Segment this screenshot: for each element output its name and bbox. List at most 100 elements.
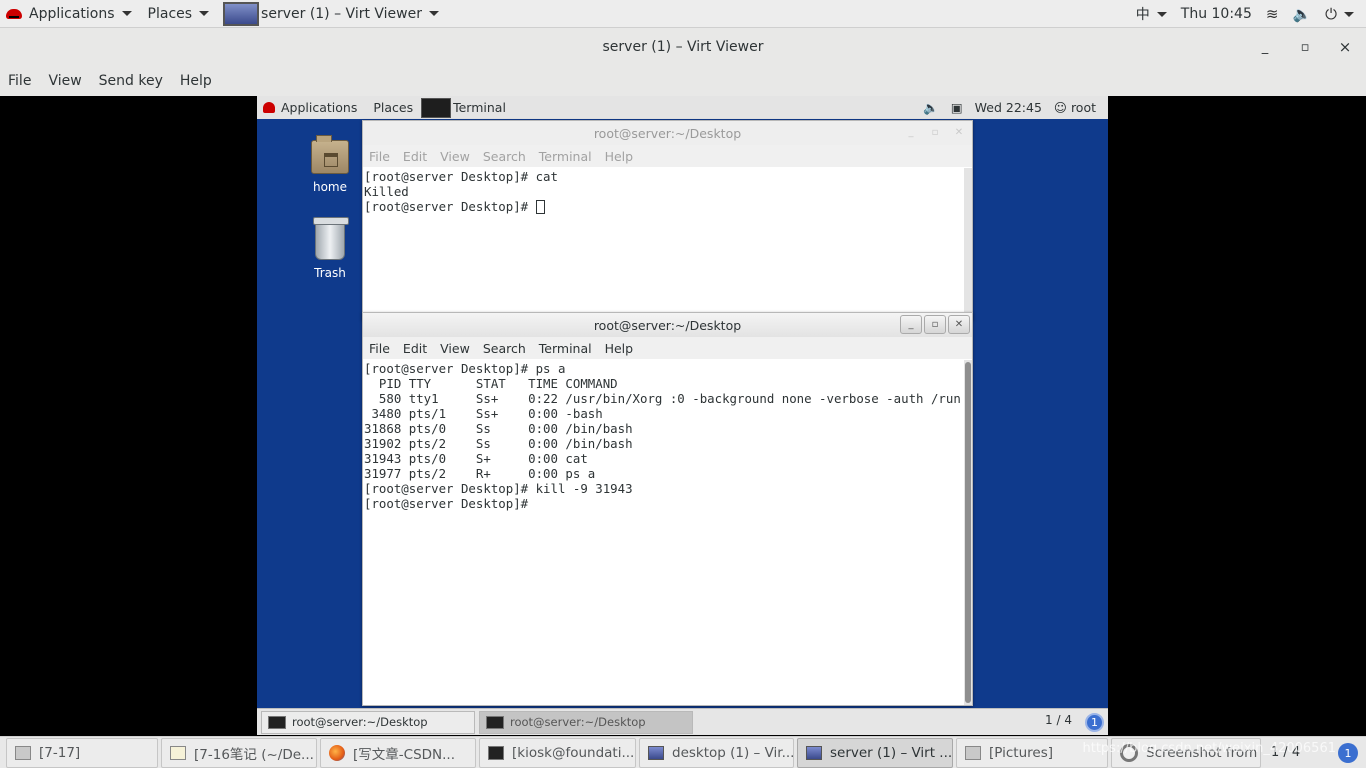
wifi-icon[interactable]: ≋ bbox=[1266, 5, 1279, 23]
guest-app-menu[interactable]: Terminal bbox=[419, 97, 512, 118]
guest-task-terminal-2[interactable]: root@server:~/Desktop bbox=[479, 710, 693, 734]
host-task-pictures[interactable]: [Pictures] bbox=[956, 737, 1108, 768]
scrollbar-thumb[interactable] bbox=[965, 362, 971, 703]
menu-search[interactable]: Search bbox=[483, 149, 526, 164]
menu-view[interactable]: View bbox=[48, 73, 89, 89]
minimize-button[interactable]: _ bbox=[1256, 40, 1274, 55]
clock[interactable]: Thu 10:45 bbox=[1181, 6, 1252, 22]
terminal-back-output[interactable]: [root@server Desktop]# cat Killed [root@se… bbox=[363, 168, 964, 319]
window-title: server (1) – Virt Viewer bbox=[602, 39, 764, 55]
menu-file[interactable]: File bbox=[369, 341, 390, 356]
host-task-label: [kiosk@foundati... bbox=[512, 744, 635, 761]
guest-workspace-pager[interactable]: 1 / 4 bbox=[1045, 713, 1072, 727]
host-top-panel: Applications Places server (1) – Virt Vi… bbox=[0, 0, 1366, 28]
text-cursor bbox=[535, 200, 545, 214]
terminal-prompt-line: [root@server Desktop]# bbox=[364, 199, 964, 214]
system-tray: 中 Thu 10:45 ≋ 🔈 ⏻ bbox=[1136, 0, 1354, 28]
menu-send-key[interactable]: Send key bbox=[99, 73, 171, 89]
menu-view[interactable]: View bbox=[440, 341, 470, 356]
applications-menu[interactable]: Applications bbox=[0, 0, 138, 28]
close-button[interactable]: ✕ bbox=[948, 315, 970, 334]
host-task-notes[interactable]: [7-16笔记 (~/De... bbox=[161, 737, 317, 768]
power-menu[interactable]: ⏻ bbox=[1325, 0, 1354, 28]
guest-applications-label: Applications bbox=[281, 100, 358, 115]
terminal-front-titlebar[interactable]: root@server:~/Desktop _ ▫ ✕ bbox=[363, 313, 972, 337]
guest-system-tray: 🔈 ▣ Wed 22:45 ☺ root bbox=[923, 96, 1096, 119]
host-task-desktop-viewer[interactable]: desktop (1) – Vir... bbox=[639, 737, 794, 768]
places-menu[interactable]: Places bbox=[142, 0, 216, 28]
maximize-button[interactable]: ▫ bbox=[1296, 40, 1314, 55]
guest-app-label: Terminal bbox=[453, 100, 506, 115]
menu-edit[interactable]: Edit bbox=[403, 149, 427, 164]
guest-display[interactable]: Applications Places Terminal 🔈 ▣ Wed 22:… bbox=[257, 96, 1108, 735]
network-icon[interactable]: ▣ bbox=[951, 100, 963, 115]
terminal-line: 3480 pts/1 Ss+ 0:00 -bash bbox=[364, 406, 603, 421]
host-notification-badge[interactable]: 1 bbox=[1338, 743, 1358, 763]
terminal-back-scrollbar[interactable] bbox=[964, 168, 972, 319]
chevron-down-icon bbox=[1156, 11, 1167, 17]
terminal-line: 580 tty1 Ss+ 0:22 /usr/bin/Xorg :0 -back… bbox=[364, 391, 961, 406]
guest-places-menu[interactable]: Places bbox=[367, 100, 419, 115]
maximize-button[interactable]: ▫ bbox=[924, 315, 946, 334]
input-method-indicator[interactable]: 中 bbox=[1136, 0, 1167, 28]
guest-task-terminal-1[interactable]: root@server:~/Desktop bbox=[261, 710, 475, 734]
menu-help[interactable]: Help bbox=[180, 73, 220, 89]
menu-terminal[interactable]: Terminal bbox=[539, 149, 592, 164]
chevron-down-icon bbox=[121, 11, 132, 16]
menu-search[interactable]: Search bbox=[483, 341, 526, 356]
redhat-icon bbox=[263, 102, 275, 113]
terminal-icon bbox=[486, 715, 504, 729]
user-icon: ☺ bbox=[1053, 100, 1067, 115]
guest-notification-badge[interactable]: 1 bbox=[1085, 713, 1104, 732]
guest-clock[interactable]: Wed 22:45 bbox=[975, 100, 1042, 115]
terminal-icon bbox=[421, 97, 452, 118]
menu-file[interactable]: File bbox=[369, 149, 390, 164]
desktop-icon-trash[interactable]: Trash bbox=[295, 217, 365, 280]
terminal-window-front[interactable]: root@server:~/Desktop _ ▫ ✕ File Edit Vi… bbox=[362, 312, 973, 706]
guest-applications-menu[interactable]: Applications bbox=[257, 100, 363, 115]
menu-file[interactable]: File bbox=[8, 73, 39, 89]
terminal-line: [root@server Desktop]# bbox=[364, 496, 536, 511]
guest-places-label: Places bbox=[373, 100, 414, 115]
home-folder-icon bbox=[311, 135, 349, 174]
host-workspace-pager[interactable]: 1 / 4 bbox=[1271, 745, 1300, 760]
terminal-front-title: root@server:~/Desktop bbox=[593, 317, 742, 333]
power-icon: ⏻ bbox=[1325, 5, 1337, 23]
terminal-back-titlebar[interactable]: root@server:~/Desktop _ ▫ ✕ bbox=[363, 121, 972, 145]
host-task-files-7-17[interactable]: [7-17] bbox=[6, 737, 158, 768]
terminal-window-back[interactable]: root@server:~/Desktop _ ▫ ✕ File Edit Vi… bbox=[362, 120, 973, 320]
desktop-icon-home[interactable]: home bbox=[295, 135, 365, 194]
close-button[interactable]: ✕ bbox=[948, 123, 970, 142]
minimize-button[interactable]: _ bbox=[900, 315, 922, 334]
folder-icon bbox=[15, 745, 31, 760]
volume-icon[interactable]: 🔈 bbox=[1292, 5, 1311, 23]
volume-icon[interactable]: 🔈 bbox=[923, 100, 939, 116]
virt-viewer-icon bbox=[223, 1, 260, 26]
menu-terminal[interactable]: Terminal bbox=[539, 341, 592, 356]
minimize-button[interactable]: _ bbox=[900, 123, 922, 142]
close-button[interactable]: × bbox=[1336, 38, 1354, 56]
terminal-icon bbox=[488, 745, 504, 760]
host-task-screenshot[interactable]: Screenshot from ... bbox=[1111, 737, 1261, 768]
menu-view[interactable]: View bbox=[440, 149, 470, 164]
active-app-label: server (1) – Virt Viewer bbox=[261, 5, 422, 22]
terminal-front-scrollbar[interactable] bbox=[964, 360, 972, 705]
text-editor-icon bbox=[170, 745, 186, 760]
host-task-label: [Pictures] bbox=[989, 744, 1053, 761]
host-task-firefox[interactable]: [写文章-CSDN... bbox=[320, 737, 476, 768]
window-titlebar: server (1) – Virt Viewer _ ▫ × bbox=[0, 28, 1366, 66]
terminal-front-output[interactable]: [root@server Desktop]# ps a PID TTY STAT… bbox=[363, 360, 964, 705]
host-task-terminal[interactable]: [kiosk@foundati... bbox=[479, 737, 636, 768]
host-task-server-viewer[interactable]: server (1) – Virt ... bbox=[797, 737, 953, 768]
guest-user-menu[interactable]: ☺ root bbox=[1054, 100, 1096, 115]
menu-help[interactable]: Help bbox=[605, 149, 634, 164]
maximize-button[interactable]: ▫ bbox=[924, 123, 946, 142]
terminal-line: 31868 pts/0 Ss 0:00 /bin/bash bbox=[364, 421, 633, 436]
terminal-line: 31943 pts/0 S+ 0:00 cat bbox=[364, 451, 588, 466]
menu-help[interactable]: Help bbox=[605, 341, 634, 356]
virt-viewer-icon bbox=[648, 745, 664, 760]
menu-edit[interactable]: Edit bbox=[403, 341, 427, 356]
active-app-menu[interactable]: server (1) – Virt Viewer bbox=[217, 0, 445, 28]
terminal-back-title: root@server:~/Desktop bbox=[593, 125, 742, 141]
terminal-line: 31902 pts/2 Ss 0:00 /bin/bash bbox=[364, 436, 633, 451]
